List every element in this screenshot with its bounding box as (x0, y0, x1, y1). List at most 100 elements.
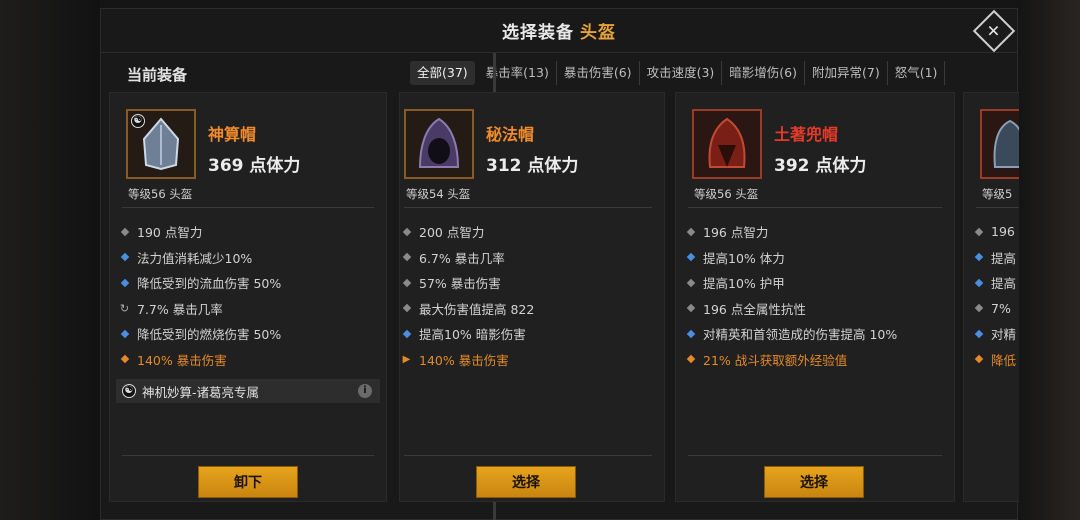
yin-yang-icon: ☯ (131, 114, 145, 128)
diamond-icon (120, 278, 129, 287)
affix-row: 提高 (974, 270, 1019, 296)
item-name: 秘法帽 (486, 125, 535, 144)
affix-row: 196 点全属性抗性 (686, 296, 948, 322)
item-level: 等级54 头盔 (406, 187, 471, 201)
affix-row: 对精英和首领造成的伤害提高 10% (686, 321, 948, 347)
item-icon-frame (692, 109, 762, 179)
diamond-icon (120, 329, 129, 338)
title-bar: 选择装备 头盔 ✕ (101, 9, 1017, 53)
diamond-icon (120, 253, 129, 262)
background-right (1018, 0, 1080, 520)
affix-list: 196 点智力 提高10% 体力 提高10% 护甲 196 点全属性抗性 对精英… (686, 219, 948, 372)
info-icon[interactable]: i (358, 384, 372, 398)
affix-row: 提高 (974, 245, 1019, 271)
equipment-card[interactable]: 秘法帽 312 点体力 等级54 头盔 200 点智力 6.7% 暴击几率 57… (399, 92, 665, 502)
equipment-select-panel: 选择装备 头盔 ✕ 当前装备 全部(37) 暴击率(13) 暴击伤害(6) 攻击… (100, 8, 1019, 520)
tab-rage[interactable]: 怒气(1) (888, 61, 946, 85)
tab-crit-chance[interactable]: 暴击率(13) (479, 61, 557, 85)
affix-list: 200 点智力 6.7% 暴击几率 57% 暴击伤害 最大伤害值提高 822 提… (402, 219, 658, 372)
set-bonus-text: 神机妙算-诸葛亮专属 (142, 384, 260, 400)
diamond-icon (686, 304, 695, 313)
diamond-icon (402, 329, 411, 338)
yin-yang-icon: ☯ (122, 384, 136, 398)
background-left (0, 0, 100, 520)
diamond-icon (974, 278, 983, 287)
affix-row: ↻ 7.7% 暴击几率 (120, 301, 223, 317)
panel-title: 选择装备 (502, 23, 574, 43)
equipment-card-partial[interactable]: 等级5 196 提高 提高 7% 对精 降低 (963, 92, 1019, 502)
helmet-icon (142, 117, 180, 171)
current-equipment-header: 当前装备 (127, 66, 188, 84)
diamond-icon (686, 329, 695, 338)
divider (404, 207, 652, 208)
item-level: 等级56 头盔 (128, 187, 193, 201)
item-main-stat: 312 点体力 (486, 156, 579, 176)
panel-title-slot: 头盔 (580, 23, 616, 43)
item-name: 神算帽 (208, 125, 257, 144)
divider (404, 455, 652, 456)
item-main-stat: 392 点体力 (774, 156, 867, 176)
affix-row: 对精 (974, 321, 1019, 347)
set-bonus-row[interactable]: ☯ 神机妙算-诸葛亮专属 i (116, 379, 380, 403)
item-level: 等级56 头盔 (694, 187, 759, 201)
affix-row: 57% 暴击伤害 (402, 270, 658, 296)
affix-row: 降低受到的燃烧伤害 50% (120, 321, 380, 347)
divider (122, 207, 374, 208)
affix-row: 法力值消耗减少10% (120, 245, 380, 271)
cowl-icon (708, 117, 746, 168)
affix-row: 196 (974, 219, 1019, 245)
affix-list: 196 提高 提高 7% 对精 降低 (974, 219, 1019, 372)
close-icon: ✕ (987, 21, 1001, 41)
affix-row: 提高10% 护甲 (686, 270, 948, 296)
diamond-icon (974, 355, 983, 364)
affix-row-legendary: ▶ 140% 暴击伤害 (402, 352, 509, 368)
affix-row: 196 点智力 (686, 219, 948, 245)
diamond-icon (120, 227, 129, 236)
close-button[interactable]: ✕ (972, 9, 1016, 53)
tab-attack-speed[interactable]: 攻击速度(3) (640, 61, 723, 85)
diamond-icon (686, 253, 695, 262)
divider (976, 207, 1019, 208)
filter-tabs: 全部(37) 暴击率(13) 暴击伤害(6) 攻击速度(3) 暗影增伤(6) 附… (406, 61, 1016, 85)
diamond-icon (974, 329, 983, 338)
item-name: 土著兜帽 (774, 125, 839, 144)
affix-row: 提高10% 体力 (686, 245, 948, 271)
diamond-icon (402, 227, 411, 236)
diamond-icon (402, 304, 411, 313)
tab-shadow-damage[interactable]: 暗影增伤(6) (722, 61, 805, 85)
helmet-icon (993, 119, 1019, 168)
equipment-card[interactable]: 土著兜帽 392 点体力 等级56 头盔 196 点智力 提高10% 体力 提高… (675, 92, 955, 502)
tab-crit-damage[interactable]: 暴击伤害(6) (557, 61, 640, 85)
arrow-icon: ▶ (402, 353, 411, 365)
diamond-icon (686, 278, 695, 287)
item-icon-frame (980, 109, 1019, 179)
select-button[interactable]: 选择 (764, 466, 864, 498)
affix-row: 200 点智力 (402, 219, 658, 245)
tab-all[interactable]: 全部(37) (410, 61, 475, 85)
tab-status-effect[interactable]: 附加异常(7) (805, 61, 888, 85)
affix-row: 提高10% 暗影伤害 (402, 321, 658, 347)
diamond-icon (974, 253, 983, 262)
affix-row: 降低受到的流血伤害 50% (120, 270, 380, 296)
affix-row-legendary: 140% 暴击伤害 (120, 347, 380, 373)
current-equipment-card[interactable]: ☯ 神算帽 369 点体力 等级56 头盔 190 点智力 法力值消耗减少10%… (109, 92, 387, 502)
diamond-icon (686, 227, 695, 236)
item-main-stat: 369 点体力 (208, 156, 301, 176)
item-icon-frame (404, 109, 474, 179)
select-button[interactable]: 选择 (476, 466, 576, 498)
hood-icon (418, 117, 460, 168)
diamond-icon (120, 355, 129, 364)
reroll-icon: ↻ (120, 301, 130, 315)
diamond-icon (402, 278, 411, 287)
divider (688, 455, 942, 456)
affix-row: 190 点智力 (120, 219, 380, 245)
affix-row-legendary: 21% 战斗获取额外经验值 (686, 347, 948, 373)
unequip-button[interactable]: 卸下 (198, 466, 298, 498)
item-icon-frame: ☯ (126, 109, 196, 179)
affix-row: 最大伤害值提高 822 (402, 296, 658, 322)
affix-row: 6.7% 暴击几率 (402, 245, 658, 271)
divider (688, 207, 942, 208)
diamond-icon (686, 355, 695, 364)
diamond-icon (402, 253, 411, 262)
diamond-icon (974, 227, 983, 236)
